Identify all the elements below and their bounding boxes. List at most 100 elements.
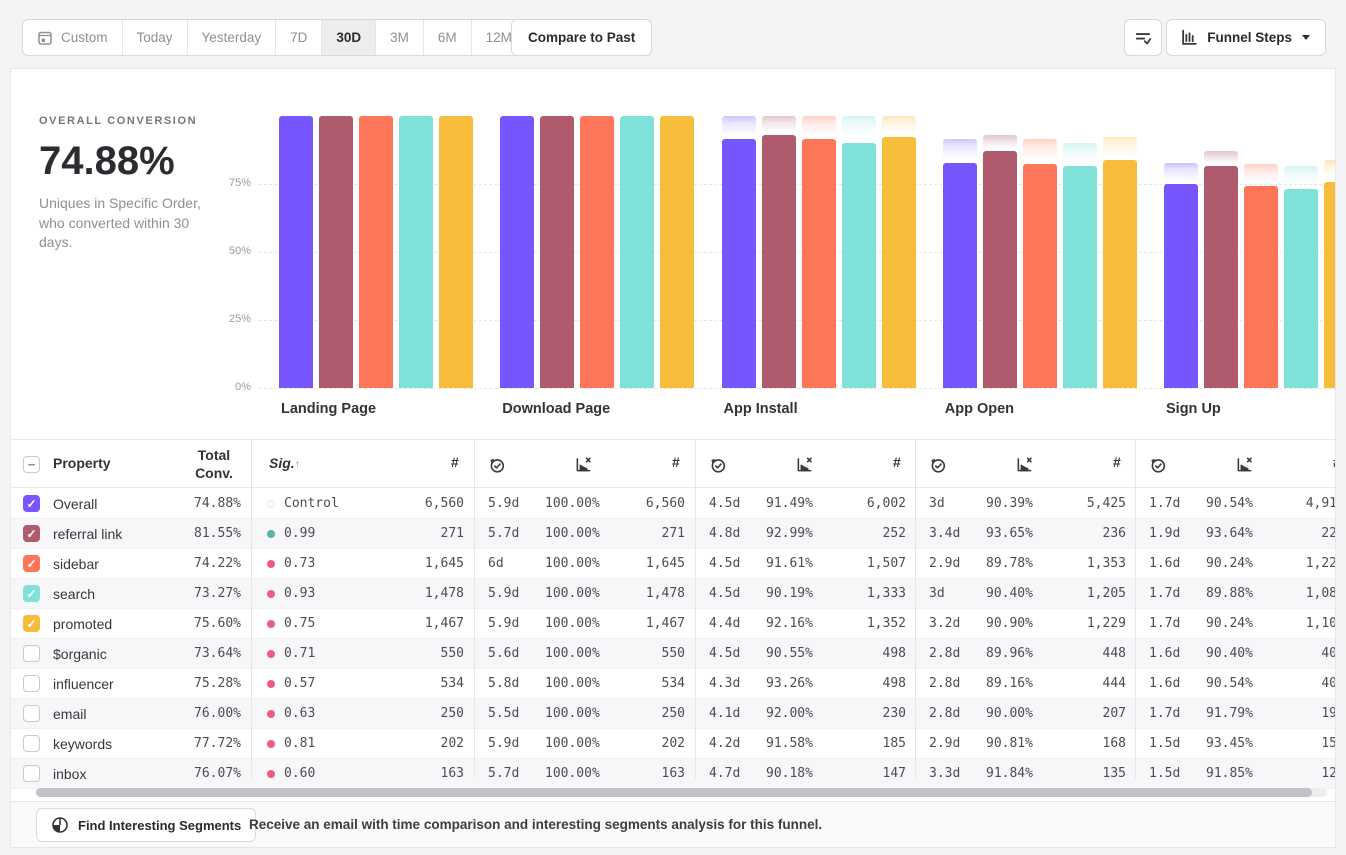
funnel-bar-promoted-step2[interactable] [660,116,694,388]
count-column-header[interactable]: # [893,454,901,470]
funnel-bar-promoted-step1[interactable] [439,116,473,388]
compare-to-past-button[interactable]: Compare to Past [511,19,652,56]
avg-time-value: 1.7d [1149,699,1201,729]
find-interesting-segments-button[interactable]: Find Interesting Segments [36,808,256,842]
funnel-bar-promoted-step5[interactable] [1324,182,1336,388]
compare-to-past-label: Compare to Past [528,30,635,45]
funnel-bar-sidebar-step1[interactable] [359,116,393,388]
avg-time-to-convert-icon[interactable] [709,456,727,474]
row-checkbox[interactable] [23,645,40,662]
funnel-bar-referral-link-step3[interactable] [762,135,796,388]
step-count: 534 [594,669,685,699]
date-range-30d[interactable]: 30D [322,20,376,55]
significance-value: 0.75 [284,609,374,639]
horizontal-scrollbar-thumb[interactable] [36,788,1312,797]
step-count: 1,467 [371,609,464,639]
date-range-today[interactable]: Today [123,20,188,55]
funnel-bar-referral-link-step2[interactable] [540,116,574,388]
funnel-bar-sidebar-step2[interactable] [580,116,614,388]
step-count: 498 [815,669,906,699]
funnel-bar-Overall-step5[interactable] [1164,184,1198,388]
avg-time-value: 4.5d [709,549,761,579]
total-conversion-value: 81.55% [161,519,241,549]
conversion-rate-chart-icon[interactable] [574,455,593,474]
avg-time-to-convert-icon[interactable] [1149,456,1167,474]
significance-sort-header[interactable]: Sig.↑ [269,455,301,471]
count-column-header[interactable]: # [672,454,680,470]
funnel-bar-sidebar-step4[interactable] [1023,164,1057,388]
property-name: promoted [53,609,163,639]
funnel-bar-ghost [1284,166,1318,188]
date-range-3m[interactable]: 3M [376,20,424,55]
avg-time-to-convert-icon[interactable] [929,456,947,474]
row-checkbox[interactable] [23,705,40,722]
conversion-rate-chart-icon[interactable] [795,455,814,474]
funnel-bar-Overall-step2[interactable] [500,116,534,388]
select-all-checkbox[interactable]: − [23,456,40,473]
step-count: 1,478 [371,579,464,609]
date-range-yesterday[interactable]: Yesterday [188,20,277,55]
significance-dot [267,530,275,538]
funnel-bar-referral-link-step4[interactable] [983,151,1017,388]
row-checkbox[interactable]: ✓ [23,615,40,632]
row-checkbox[interactable]: ✓ [23,555,40,572]
property-column-header[interactable]: Property [53,455,111,471]
row-checkbox[interactable] [23,765,40,782]
funnel-bar-referral-link-step5[interactable] [1204,166,1238,388]
funnel-bar-promoted-step4[interactable] [1103,160,1137,388]
funnel-bar-search-step1[interactable] [399,116,433,388]
funnel-bar-promoted-step3[interactable] [882,137,916,388]
total-conv-column-header[interactable]: Total Conv. [179,447,249,482]
avg-time-value: 5.5d [488,699,540,729]
gridline-0% [259,388,1336,389]
funnel-bar-Overall-step1[interactable] [279,116,313,388]
funnel-bar-Overall-step3[interactable] [722,139,756,388]
funnel-bar-Overall-step4[interactable] [943,163,977,388]
funnel-bar-ghost [882,116,916,137]
avg-time-value: 1.6d [1149,669,1201,699]
step-count: 1,645 [371,549,464,579]
avg-time-value: 2.8d [929,639,981,669]
row-checkbox[interactable]: ✓ [23,525,40,542]
funnel-bar-sidebar-step5[interactable] [1244,186,1278,388]
significance-dot [267,500,275,508]
date-range-6m[interactable]: 6M [424,20,472,55]
step-count: 1,352 [815,609,906,639]
funnel-bar-search-step4[interactable] [1063,166,1097,388]
count-column-header[interactable]: # [1333,454,1336,470]
step-count: 6,560 [594,489,685,519]
edit-columns-button[interactable] [1124,19,1162,56]
step-count: 534 [371,669,464,699]
column-group-divider [251,439,252,778]
row-checkbox[interactable] [23,735,40,752]
conversion-rate-chart-icon[interactable] [1015,455,1034,474]
significance-value: 0.60 [284,759,374,789]
avg-time-value: 4.2d [709,729,761,759]
avg-time-value: 1.7d [1149,579,1201,609]
count-column-header[interactable]: # [451,454,459,470]
significance-dot [267,650,275,658]
funnel-bar-search-step3[interactable] [842,143,876,388]
funnel-bar-search-step2[interactable] [620,116,654,388]
funnel-bar-search-step5[interactable] [1284,189,1318,388]
avg-time-value: 4.5d [709,639,761,669]
y-axis-tick-label: 75% [215,177,251,189]
horizontal-scrollbar-track[interactable] [36,788,1327,797]
total-conversion-value: 74.88% [161,489,241,519]
conversion-rate-chart-icon[interactable] [1235,455,1254,474]
avg-time-to-convert-icon[interactable] [488,456,506,474]
funnel-bar-ghost [1063,143,1097,167]
funnel-bar-referral-link-step1[interactable] [319,116,353,388]
step-count: 1,205 [1035,579,1126,609]
count-column-header[interactable]: # [1113,454,1121,470]
date-range-7d[interactable]: 7D [276,20,322,55]
chart-type-dropdown[interactable]: Funnel Steps [1166,19,1326,56]
date-range-custom[interactable]: Custom [23,20,123,55]
funnel-bar-ghost [943,139,977,163]
column-group-divider [1135,439,1136,778]
funnel-bar-sidebar-step3[interactable] [802,139,836,388]
row-checkbox[interactable] [23,675,40,692]
filter-check-icon [1134,29,1152,47]
row-checkbox[interactable]: ✓ [23,585,40,602]
row-checkbox[interactable]: ✓ [23,495,40,512]
